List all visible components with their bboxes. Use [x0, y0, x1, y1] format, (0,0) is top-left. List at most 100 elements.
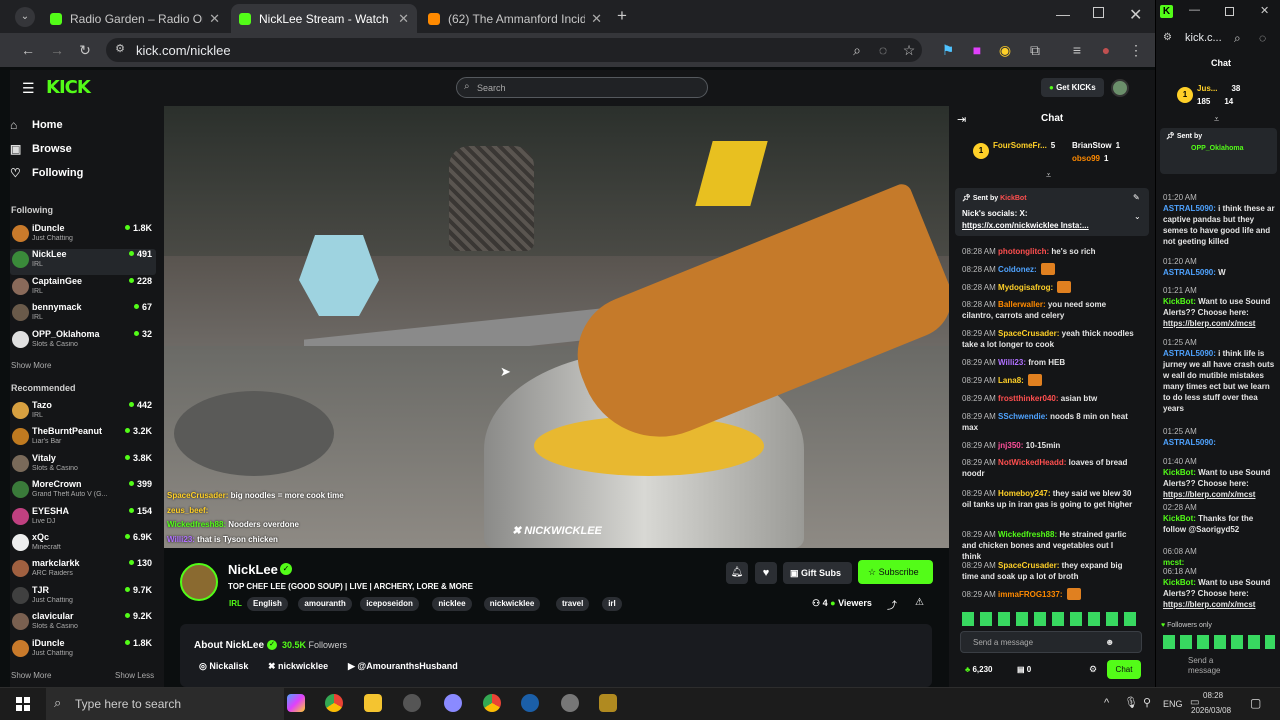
tab-close-icon[interactable]: ✕: [209, 11, 220, 27]
message-user[interactable]: Lana8:: [998, 376, 1024, 385]
kicks-balance[interactable]: ♣ 6,230: [965, 665, 993, 674]
tab-search-button[interactable]: ⌄: [15, 7, 35, 27]
puzzle-icon[interactable]: ⧉: [1025, 42, 1045, 59]
channel-item[interactable]: MoreCrown Grand Theft Auto V (G... 399: [10, 479, 156, 505]
tab-close-icon[interactable]: ✕: [591, 11, 602, 27]
extension-icon[interactable]: ⚑: [938, 42, 958, 59]
show-less-link[interactable]: Show Less: [115, 671, 154, 680]
site-info-icon[interactable]: ⚙: [110, 42, 130, 55]
message-user[interactable]: Homeboy247:: [998, 489, 1050, 498]
back-icon[interactable]: ←: [18, 42, 38, 58]
tab-3[interactable]: (62) The Ammanford Incide ✕: [420, 4, 610, 33]
expand-icon[interactable]: ⩡: [1214, 114, 1219, 125]
kick-logo[interactable]: KICK: [46, 77, 91, 98]
nav-browse[interactable]: ▣ Browse: [10, 142, 72, 156]
chrome-icon[interactable]: [483, 694, 501, 712]
nav-home[interactable]: ⌂ Home: [10, 118, 63, 132]
file-explorer-icon[interactable]: [364, 694, 382, 712]
popout-url[interactable]: kick.c...: [1185, 32, 1222, 44]
popout-eye-off-icon[interactable]: ◌: [1259, 31, 1266, 45]
popout-chat-input[interactable]: Send a message: [1170, 653, 1240, 679]
pinned-link[interactable]: https://x.com/nickwicklee Insta:...: [962, 221, 1112, 230]
tag-chip[interactable]: English: [247, 597, 288, 611]
snipping-tool-icon[interactable]: [444, 694, 462, 712]
message-user[interactable]: Mydogisafrog:: [998, 283, 1053, 292]
message-user[interactable]: KickBot:: [1163, 514, 1196, 523]
extension-icon[interactable]: ■: [967, 42, 987, 58]
message-user[interactable]: Ballerwaller:: [998, 300, 1046, 309]
message-user[interactable]: KickBot:: [1163, 297, 1196, 306]
category-link[interactable]: IRL: [229, 599, 242, 608]
channel-item[interactable]: iDuncle Just Chatting 1.8K: [10, 638, 156, 664]
tag-chip[interactable]: nicklee: [432, 597, 472, 611]
show-more-link[interactable]: Show More: [11, 361, 51, 370]
message-user[interactable]: ASTRAL5090:: [1163, 349, 1216, 358]
taskbar-search[interactable]: ⌕ Type here to search: [46, 688, 284, 720]
app-icon[interactable]: [561, 694, 579, 712]
collapse-chat-icon[interactable]: ⇥: [957, 113, 966, 126]
app-icon[interactable]: [403, 694, 421, 712]
message-user[interactable]: SSchwendie:: [998, 412, 1048, 421]
star-icon[interactable]: ☆: [899, 42, 919, 59]
channel-item[interactable]: Tazo IRL 442: [10, 400, 156, 426]
share-icon[interactable]: ⤴: [887, 597, 897, 612]
social-link[interactable]: ◎ Nickalisk: [199, 661, 248, 672]
message-link[interactable]: https://blerp.com/x/mcst: [1163, 489, 1275, 500]
extension-icon[interactable]: ◉: [995, 42, 1015, 59]
clock-time[interactable]: 08:28: [1203, 691, 1223, 700]
chat-input[interactable]: Send a message ☻: [960, 631, 1142, 653]
message-user[interactable]: KickBot:: [1163, 468, 1196, 477]
message-user[interactable]: immaFROG1337:: [998, 590, 1062, 599]
channel-item[interactable]: xQc Minecraft 6.9K: [10, 532, 156, 558]
tray-chevron-icon[interactable]: ^: [1104, 697, 1109, 709]
follow-button[interactable]: ♥: [755, 562, 777, 584]
popout-zoom-icon[interactable]: ⌕: [1234, 31, 1241, 46]
search-input[interactable]: ⌕ Search: [456, 77, 708, 98]
social-link[interactable]: ▶ @AmouranthsHusband: [348, 661, 458, 672]
popout-minimize-button[interactable]: —: [1189, 4, 1200, 16]
get-kicks-button[interactable]: ● Get KICKs: [1041, 78, 1104, 97]
gift-subs-button[interactable]: ▣ Gift Subs: [783, 562, 852, 584]
chevron-down-icon[interactable]: ⌄: [1134, 212, 1141, 221]
tag-chip[interactable]: irl: [602, 597, 622, 611]
streamer-name[interactable]: NickLee: [228, 562, 278, 577]
chat-send-button[interactable]: Chat: [1107, 660, 1141, 679]
message-user[interactable]: Willi23:: [998, 358, 1026, 367]
channel-item[interactable]: iDuncle Just Chatting 1.8K: [10, 223, 156, 249]
profile-icon[interactable]: ●: [1096, 42, 1116, 58]
expand-icon[interactable]: ⩡: [1046, 170, 1051, 181]
tag-chip[interactable]: travel: [556, 597, 590, 611]
notification-button[interactable]: 🔔︎: [726, 562, 748, 584]
channel-item[interactable]: NickLee IRL 491: [10, 249, 156, 276]
tab-close-icon[interactable]: ✕: [398, 11, 409, 27]
message-user[interactable]: NotWickedHeadd:: [998, 458, 1066, 467]
channel-item[interactable]: TheBurntPeanut Liar's Bar 3.2K: [10, 426, 156, 452]
steam-icon[interactable]: [521, 694, 539, 712]
copilot-icon[interactable]: [287, 694, 305, 712]
close-window-button[interactable]: ✕: [1129, 5, 1142, 25]
message-user[interactable]: ASTRAL5090:: [1163, 438, 1216, 447]
channel-item[interactable]: Vitaly Slots & Casino 3.8K: [10, 453, 156, 479]
address-bar[interactable]: kick.com/nicklee: [106, 38, 922, 62]
reload-icon[interactable]: ↻: [75, 42, 95, 59]
chat-settings-icon[interactable]: ⚙: [1089, 664, 1097, 675]
report-icon[interactable]: ⚠: [915, 597, 924, 608]
forward-icon[interactable]: →: [47, 42, 67, 58]
message-user[interactable]: SpaceCrusader:: [998, 329, 1059, 338]
show-more-bottom-link[interactable]: Show More: [11, 671, 51, 680]
streamer-avatar[interactable]: [180, 563, 218, 601]
minimize-button[interactable]: —: [1056, 6, 1070, 22]
message-user[interactable]: SpaceCrusader:: [998, 561, 1059, 570]
emote-picker-icon[interactable]: ☻: [1105, 637, 1114, 647]
channel-item[interactable]: TJR Just Chatting 9.7K: [10, 585, 156, 611]
tag-chip[interactable]: nickwicklee: [483, 597, 541, 611]
tab-1[interactable]: Radio Garden – Radio Orania 9 ✕: [42, 4, 228, 33]
channel-item[interactable]: clavicular Slots & Casino 9.2K: [10, 611, 156, 637]
channel-item[interactable]: bennymack IRL 67: [10, 302, 156, 328]
message-user[interactable]: ASTRAL5090:: [1163, 268, 1216, 277]
maximize-button[interactable]: [1093, 7, 1104, 18]
message-user[interactable]: frostthinker040:: [998, 394, 1058, 403]
message-link[interactable]: https://blerp.com/x/mcst: [1163, 318, 1275, 329]
channel-item[interactable]: CaptainGee IRL 228: [10, 276, 156, 302]
message-user[interactable]: photonglitch:: [998, 247, 1049, 256]
